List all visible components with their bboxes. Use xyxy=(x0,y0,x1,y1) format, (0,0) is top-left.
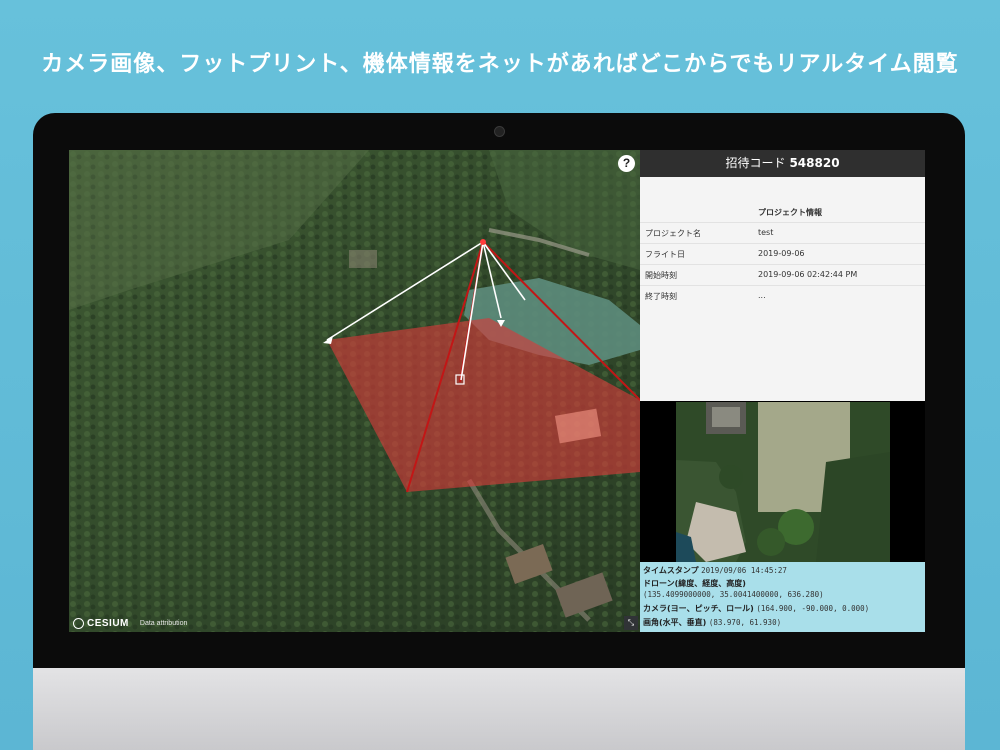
info-panel: 招待コード 548820 プロジェクト情報 プロジェクト名 test フライト日 … xyxy=(640,150,925,632)
drone-value: (135.4099000000, 35.0041400000, 636.280) xyxy=(643,590,824,599)
info-row-end-time: 終了時刻 ... xyxy=(640,285,925,306)
invite-header: 招待コード 548820 xyxy=(640,150,925,177)
telemetry-camera: カメラ(ヨー、ピッチ、ロール) (164.900, -90.000, 0.000… xyxy=(643,603,869,614)
app-screen: ? CESIUM Data attribution ⤡ 招待コード 548820 … xyxy=(69,150,925,632)
info-label: フライト日 xyxy=(645,250,685,259)
camera-image xyxy=(676,402,890,562)
project-info: プロジェクト情報 プロジェクト名 test フライト日 2019-09-06 開… xyxy=(640,177,925,401)
data-attribution-link[interactable]: Data attribution xyxy=(140,620,187,627)
cesium-icon xyxy=(73,618,84,629)
telemetry-drone-label: ドローン(緯度、経度、高度) xyxy=(643,578,746,589)
info-value: 2019-09-06 02:42:44 PM xyxy=(758,270,858,279)
telemetry-panel: タイムスタンプ 2019/09/06 14:45:27 ドローン(緯度、経度、高… xyxy=(640,562,925,632)
fov-label: 画角(水平、垂直) xyxy=(643,618,707,627)
invite-code: 548820 xyxy=(789,156,840,170)
fullscreen-button[interactable]: ⤡ xyxy=(624,616,638,630)
info-value: 2019-09-06 xyxy=(758,249,805,258)
headline: カメラ画像、フットプリント、機体情報をネットがあればどこからでもリアルタイム閲覧 xyxy=(41,52,959,77)
fov-value: (83.970, 61.930) xyxy=(708,618,782,627)
info-row-start-time: 開始時刻 2019-09-06 02:42:44 PM xyxy=(640,264,925,286)
drone-marker xyxy=(480,239,486,245)
telemetry-timestamp: タイムスタンプ 2019/09/06 14:45:27 xyxy=(643,565,787,576)
info-value: ... xyxy=(758,291,766,300)
help-button[interactable]: ? xyxy=(618,155,635,172)
camera-label: カメラ(ヨー、ピッチ、ロール) xyxy=(643,604,754,613)
building-3 xyxy=(349,250,377,268)
info-value: test xyxy=(758,228,774,237)
camera-value: (164.900, -90.000, 0.000) xyxy=(756,604,870,613)
timestamp-value: 2019/09/06 14:45:27 xyxy=(701,566,787,575)
monitor-chin xyxy=(33,668,965,750)
cesium-wordmark: CESIUM xyxy=(87,618,129,629)
info-label: プロジェクト名 xyxy=(645,229,701,238)
drone-label: ドローン(緯度、経度、高度) xyxy=(643,579,746,588)
webcam-dot xyxy=(494,126,505,137)
timestamp-label: タイムスタンプ xyxy=(643,566,699,575)
cesium-logo[interactable]: CESIUM Data attribution xyxy=(73,618,187,629)
info-row-project-name: プロジェクト名 test xyxy=(640,222,925,244)
info-label: 終了時刻 xyxy=(645,292,677,301)
invite-label: 招待コード xyxy=(725,156,786,170)
info-row-flight-date: フライト日 2019-09-06 xyxy=(640,243,925,265)
info-label: 開始時刻 xyxy=(645,271,677,280)
telemetry-fov: 画角(水平、垂直) (83.970, 61.930) xyxy=(643,617,781,628)
info-header-row: プロジェクト情報 xyxy=(640,201,925,223)
terrain-view[interactable] xyxy=(69,150,640,632)
telemetry-drone-value: (135.4099000000, 35.0041400000, 636.280) xyxy=(643,590,824,599)
map-viewer[interactable]: ? CESIUM Data attribution ⤡ xyxy=(69,150,640,632)
info-header: プロジェクト情報 xyxy=(758,208,822,217)
